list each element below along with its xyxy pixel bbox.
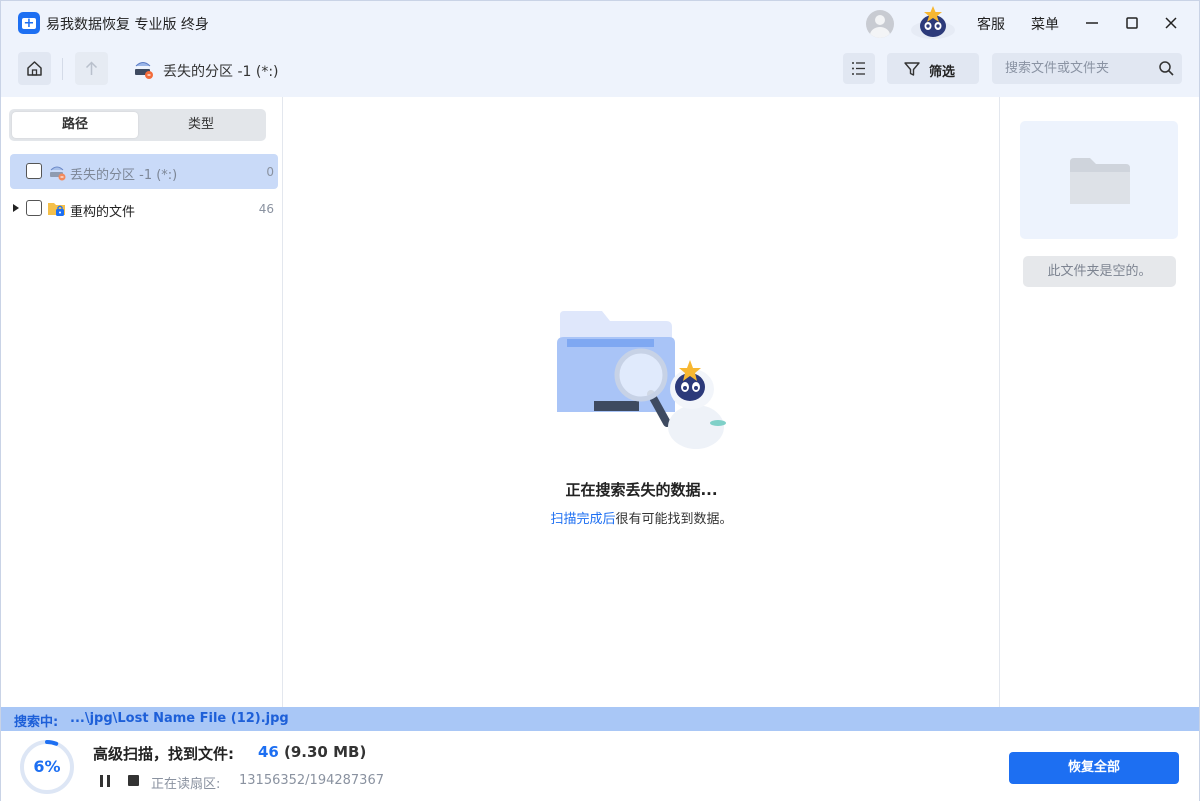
- reading-sector-value: 13156352/194287367: [239, 773, 384, 788]
- found-count: 46: [258, 743, 279, 761]
- minimize-icon[interactable]: [1080, 11, 1104, 35]
- mascot-badge-icon[interactable]: [909, 4, 957, 40]
- empty-folder-icon: [1070, 158, 1130, 204]
- searching-hint: 扫描完成后很有可能找到数据。: [284, 508, 999, 527]
- filter-label: 筛选: [929, 65, 956, 80]
- menu-link[interactable]: 菜单: [1031, 14, 1059, 34]
- tree-item-rebuilt-files[interactable]: 重构的文件 46: [10, 191, 278, 226]
- maximize-icon[interactable]: [1120, 11, 1144, 35]
- recover-all-button[interactable]: 恢复全部: [1009, 752, 1179, 784]
- tree-item-checkbox[interactable]: [26, 163, 42, 179]
- tree-item-count: 0: [266, 165, 274, 179]
- folder-lock-icon: [48, 203, 65, 216]
- tree-item-count: 46: [258, 202, 274, 216]
- breadcrumb: 丢失的分区 -1 (*:): [163, 64, 279, 80]
- scan-title: 高级扫描，找到文件:: [93, 745, 234, 763]
- status-path: ...\jpg\Lost Name File (12).jpg: [70, 711, 289, 726]
- filter-button[interactable]: 筛选: [887, 53, 979, 84]
- expand-arrow-icon[interactable]: [13, 204, 19, 212]
- lost-partition-icon: [135, 62, 153, 79]
- search-input[interactable]: [992, 53, 1152, 84]
- status-label: 搜索中:: [14, 715, 59, 730]
- preview-panel: 此文件夹是空的。: [999, 97, 1199, 707]
- stop-icon[interactable]: [128, 775, 139, 786]
- title-bar: 易我数据恢复 专业版 终身 客服 菜单: [1, 1, 1199, 45]
- file-list-area: 正在搜索丢失的数据... 扫描完成后很有可能找到数据。: [284, 97, 999, 707]
- app-logo-icon: [18, 12, 40, 34]
- filter-icon: [904, 62, 920, 76]
- progress-percent: 6%: [33, 757, 61, 776]
- home-icon: [27, 61, 42, 76]
- list-view-button[interactable]: [843, 53, 875, 84]
- tree-item-checkbox[interactable]: [26, 200, 42, 216]
- tree-item-lost-partition[interactable]: 丢失的分区 -1 (*:) 0: [10, 154, 278, 189]
- tree-item-label: 丢失的分区 -1 (*:): [70, 168, 178, 183]
- reading-sector-label: 正在读扇区:: [151, 777, 221, 792]
- found-size: (9.30 MB): [284, 743, 367, 761]
- sidebar: 路径 类型 丢失的分区 -1 (*:) 0 重构的文件 46: [1, 97, 283, 707]
- list-icon: [852, 62, 865, 75]
- app-window: 易我数据恢复 专业版 终身 客服 菜单: [0, 0, 1200, 801]
- scan-footer: 6% 高级扫描，找到文件: 46 (9.30 MB) 正在读扇区: 131563…: [1, 731, 1199, 801]
- close-icon[interactable]: [1159, 11, 1183, 35]
- arrow-up-icon: [85, 61, 98, 75]
- searching-title: 正在搜索丢失的数据...: [565, 481, 718, 499]
- tree-item-label: 重构的文件: [70, 205, 136, 220]
- preview-box: [1020, 121, 1178, 239]
- scan-status-bar: 搜索中: ...\jpg\Lost Name File (12).jpg: [1, 707, 1199, 731]
- up-button[interactable]: [75, 52, 108, 85]
- search-box: [992, 53, 1182, 84]
- hint-link: 扫描完成后: [550, 512, 616, 527]
- home-button[interactable]: [18, 52, 51, 85]
- tab-type[interactable]: 类型: [138, 112, 264, 138]
- search-icon[interactable]: [1158, 60, 1175, 77]
- toolbar: 丢失的分区 -1 (*:) 筛选: [1, 45, 1199, 97]
- support-link[interactable]: 客服: [977, 14, 1005, 34]
- view-switch: 路径 类型: [9, 109, 266, 141]
- hint-text: 很有可能找到数据。: [615, 512, 733, 527]
- user-avatar-icon[interactable]: [866, 10, 894, 38]
- tab-path[interactable]: 路径: [12, 112, 138, 138]
- app-title: 易我数据恢复 专业版 终身: [46, 17, 209, 33]
- empty-folder-message: 此文件夹是空的。: [1023, 256, 1176, 287]
- lost-partition-icon: [50, 166, 66, 181]
- pause-icon[interactable]: [98, 774, 112, 788]
- toolbar-divider: [62, 58, 63, 80]
- searching-illustration-icon: [557, 311, 726, 449]
